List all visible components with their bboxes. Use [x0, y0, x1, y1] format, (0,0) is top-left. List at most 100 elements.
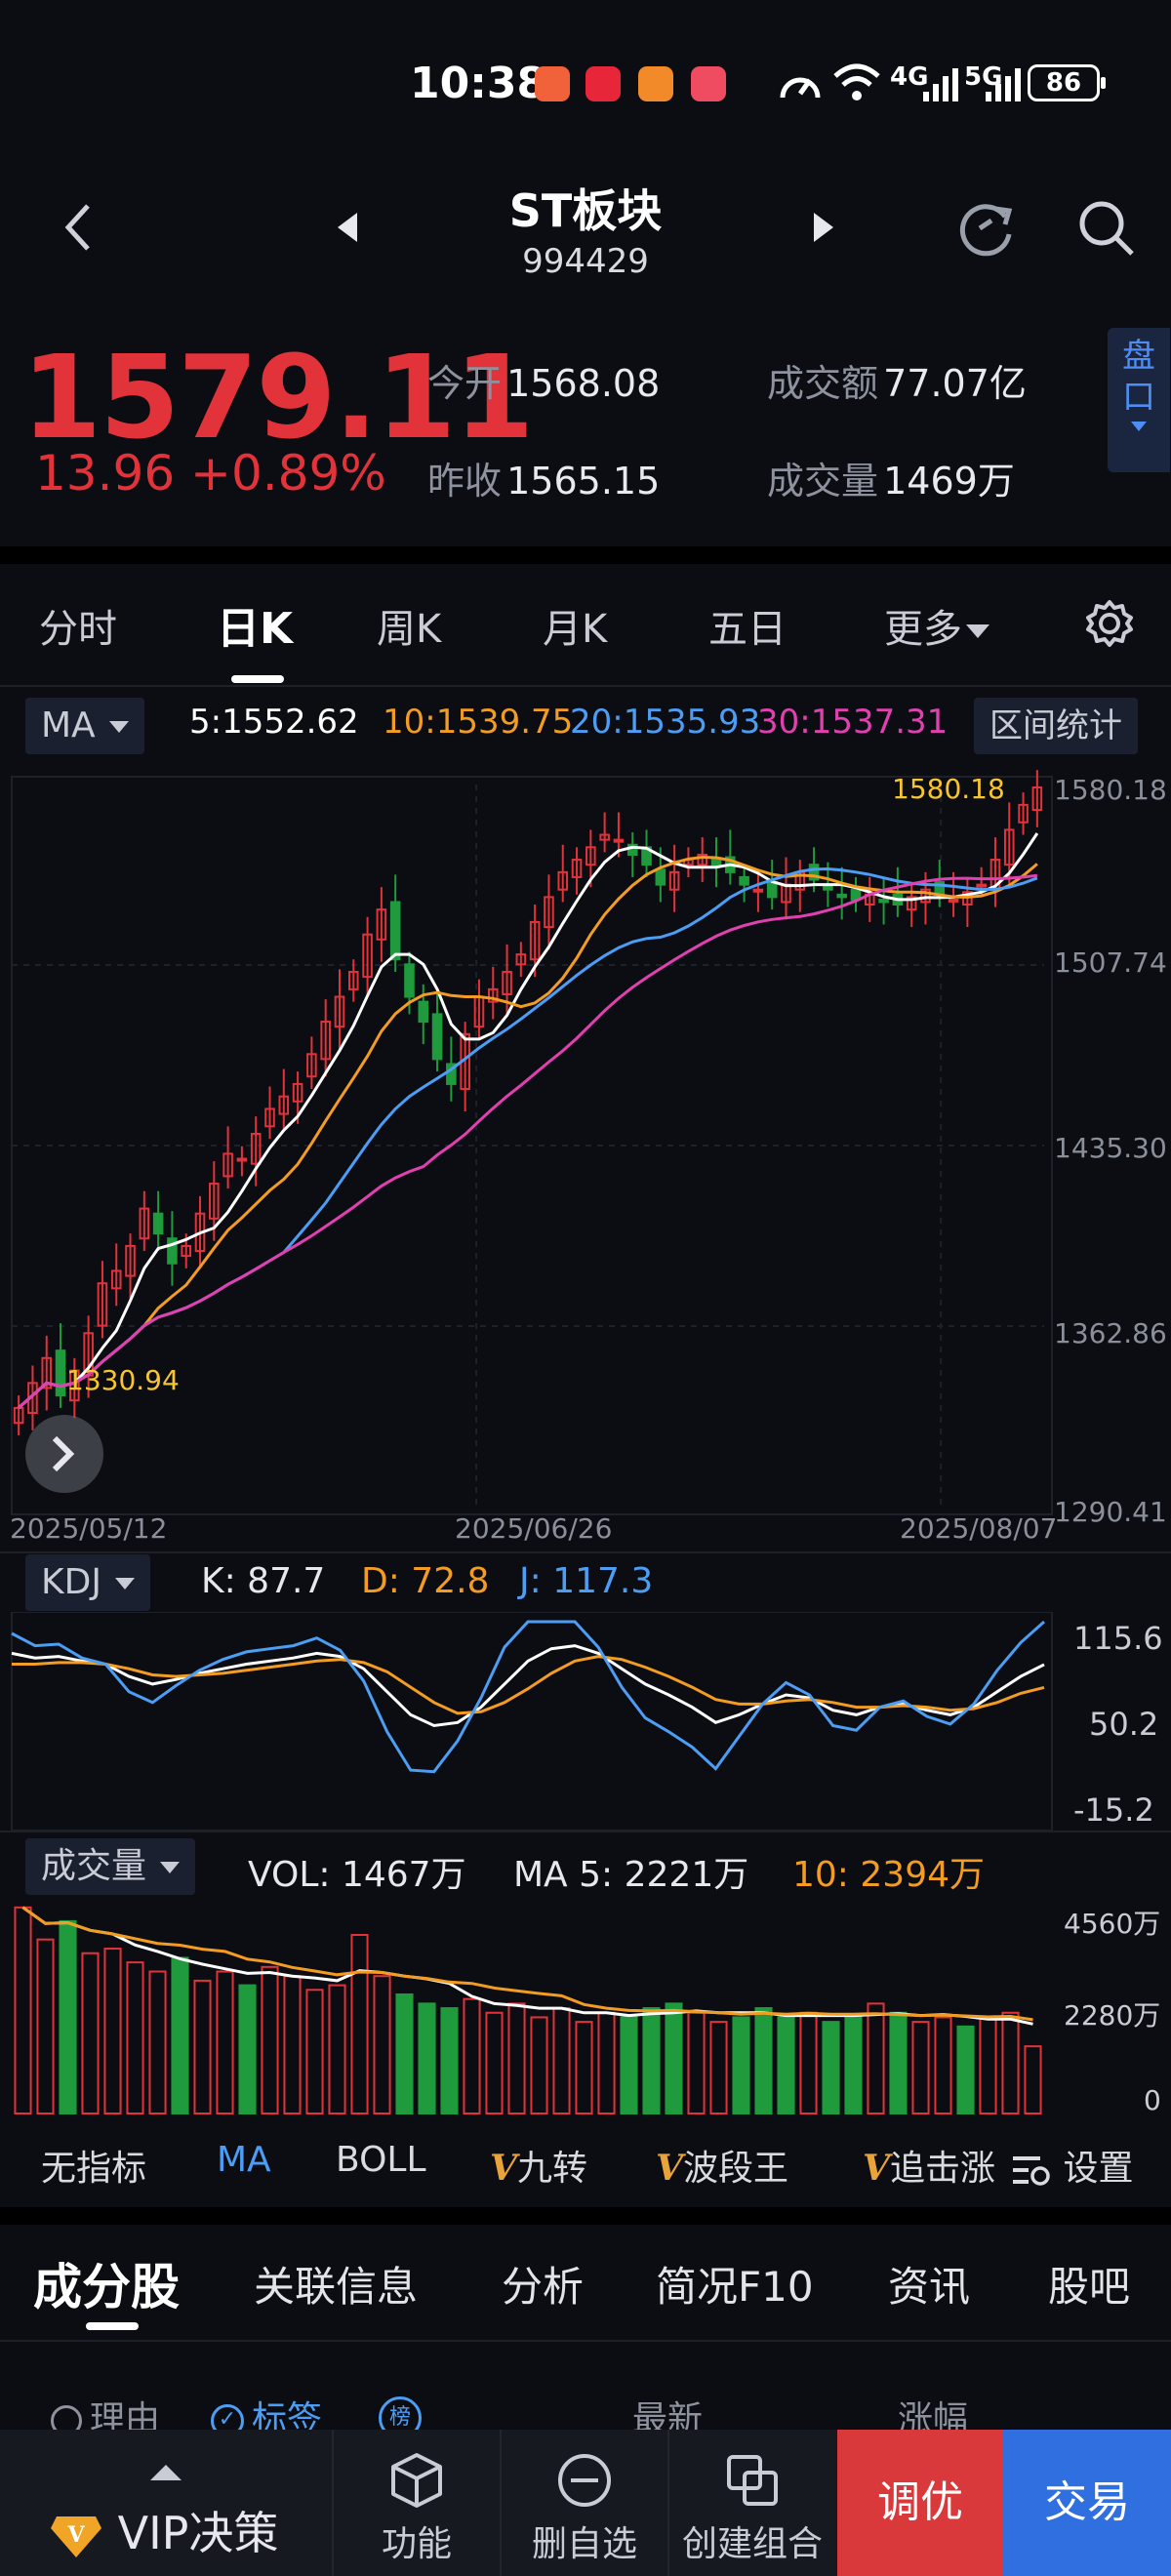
app-notification-icon	[535, 66, 570, 101]
low-price-label: 1330.94	[66, 1364, 180, 1396]
vip-decision-button[interactable]: V VIP决策	[49, 2498, 278, 2562]
gear-icon[interactable]	[1085, 599, 1134, 648]
prev-value: 1565.15	[506, 460, 661, 503]
volume-bar	[350, 1933, 369, 2115]
tab-f10[interactable]: 简况F10	[656, 2254, 814, 2314]
candle-body	[752, 888, 764, 893]
volume-bar	[148, 1970, 167, 2114]
search-icon[interactable]	[1077, 199, 1136, 258]
indicator-zhuiji[interactable]: V追击涨	[863, 2140, 999, 2191]
y-tick: 1362.86	[1054, 1317, 1167, 1349]
trade-button[interactable]: 交易	[1003, 2430, 1171, 2576]
divider	[0, 2207, 1171, 2225]
divider	[0, 546, 1171, 564]
ma30-line	[18, 873, 1038, 1410]
y-tick: 4560万	[1064, 1908, 1161, 1940]
kdj-selector-label: KDJ	[41, 1562, 101, 1602]
turnover-amount: 成交额 77.07亿	[767, 353, 1027, 407]
tab-active-indicator	[231, 675, 284, 683]
next-stock-icon[interactable]	[812, 211, 835, 244]
tab-related-info[interactable]: 关联信息	[254, 2254, 418, 2314]
refresh-icon[interactable]	[956, 197, 1019, 260]
indicator-settings-label: 设置	[1063, 2149, 1134, 2189]
caret-down-icon	[160, 1862, 181, 1873]
vip-v-icon: V	[863, 2148, 890, 2189]
kdj-d-value: D: 72.8	[361, 1561, 490, 1601]
ma-selector[interactable]: MA	[25, 698, 144, 754]
volume-chart[interactable]	[0, 1897, 1171, 2117]
pankou-button[interactable]: 盘口	[1108, 328, 1170, 472]
candle-body	[766, 881, 778, 899]
indicator-jiuzhuan[interactable]: V九转	[490, 2140, 587, 2191]
y-tick: 1507.74	[1054, 946, 1167, 979]
candle-body	[613, 838, 625, 843]
volume-selector-label: 成交量	[41, 1846, 147, 1886]
book-notification-icon	[691, 66, 726, 101]
vip-v-icon: V	[656, 2148, 683, 2189]
volume-bar	[889, 2011, 908, 2114]
volume-bar	[103, 1948, 122, 2115]
tab-weekly-k[interactable]: 周K	[377, 597, 441, 654]
y-tick: 1580.18	[1054, 774, 1167, 806]
tab-constituents[interactable]: 成分股	[33, 2248, 180, 2318]
candle-body	[976, 883, 987, 888]
indicator-none[interactable]: 无指标	[41, 2140, 146, 2191]
candle-body	[710, 859, 722, 866]
volume-bar	[14, 1906, 32, 2114]
remove-watchlist-label: 删自选	[531, 2524, 637, 2564]
ma20-line	[18, 866, 1038, 1410]
tab-analysis[interactable]: 分析	[502, 2254, 584, 2314]
indicator-boll[interactable]: BOLL	[336, 2140, 426, 2180]
indicator-settings[interactable]: 设置	[1011, 2140, 1134, 2191]
volume-bar	[261, 1965, 279, 2115]
settings-list-icon	[1013, 2156, 1050, 2186]
indicator-jiuzhuan-label: 九转	[516, 2149, 587, 2189]
volume-bar	[979, 2016, 997, 2114]
x-tick: 2025/06/26	[455, 1512, 613, 1545]
change-value: 13.96	[35, 445, 176, 502]
vip-diamond-icon: V	[51, 2516, 101, 2557]
svg-text:V: V	[66, 2522, 85, 2548]
volume-selector[interactable]: 成交量	[25, 1838, 196, 1895]
caret-down-icon	[966, 624, 989, 638]
indicator-boduan[interactable]: V波段王	[656, 2140, 788, 2191]
volume-bar	[844, 2016, 863, 2114]
volume-bar	[777, 2016, 795, 2114]
volume-bar	[36, 1938, 55, 2114]
status-time: 10:38	[410, 59, 547, 108]
open-price: 今开 1568.08	[427, 353, 660, 407]
volume-bar	[867, 2002, 885, 2114]
chevron-up-icon[interactable]	[148, 2461, 183, 2482]
volume-bar	[732, 2016, 750, 2114]
divider	[0, 1551, 1171, 1553]
optimize-button[interactable]: 调优	[837, 2430, 1003, 2576]
candle-body	[55, 1349, 66, 1397]
x-tick: 2025/05/12	[10, 1512, 168, 1545]
y-tick: 0	[1144, 2084, 1161, 2116]
kdj-selector[interactable]: KDJ	[25, 1554, 150, 1611]
tab-more[interactable]: 更多	[884, 597, 989, 654]
tab-forum[interactable]: 股吧	[1048, 2254, 1130, 2314]
tab-five-day[interactable]: 五日	[708, 597, 787, 654]
ma20-value: 20:1535.93	[570, 703, 761, 742]
tab-news[interactable]: 资讯	[888, 2254, 970, 2314]
candle-body	[878, 898, 889, 904]
ma5-value: 5:1552.62	[189, 703, 359, 742]
indicator-ma[interactable]: MA	[217, 2140, 271, 2180]
prev-label: 昨收	[427, 460, 503, 503]
wifi-icon	[833, 63, 880, 101]
vol-ma10-value: 10: 2394万	[792, 1855, 985, 1895]
kdj-chart[interactable]	[0, 1612, 1171, 1832]
tab-intraday[interactable]: 分时	[39, 597, 117, 654]
remove-watchlist-button[interactable]: 删自选	[502, 2430, 667, 2576]
volume-bar	[575, 2021, 593, 2114]
tab-daily-k[interactable]: 日K	[217, 593, 293, 656]
candlestick-chart[interactable]	[0, 763, 1171, 1544]
range-stats-button[interactable]: 区间统计	[974, 698, 1138, 754]
volume-label: 成交量	[767, 460, 879, 503]
function-button[interactable]: 功能	[334, 2430, 500, 2576]
create-group-button[interactable]: 创建组合	[669, 2430, 835, 2576]
tab-monthly-k[interactable]: 月K	[543, 597, 607, 654]
ma-selector-label: MA	[41, 705, 96, 745]
expand-button[interactable]	[25, 1415, 103, 1493]
